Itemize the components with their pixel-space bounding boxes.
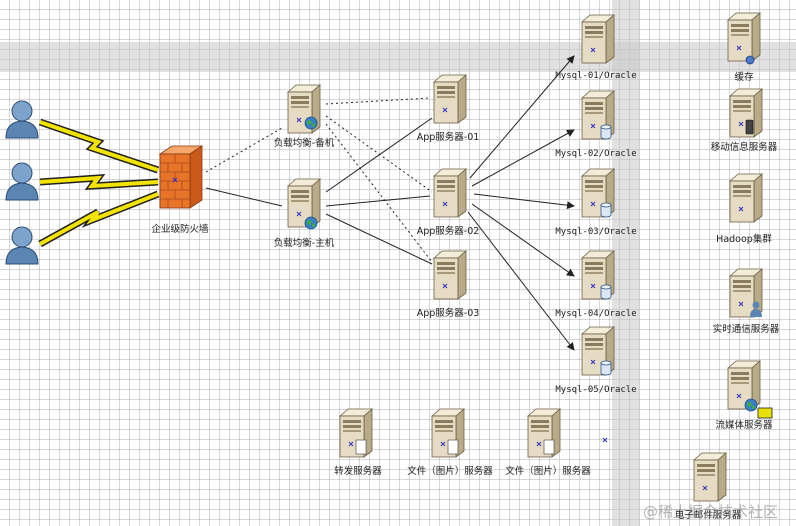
hadoop-node: Hadoop集群 <box>716 173 772 245</box>
mysql2-node: Mysql-02/Oracle <box>555 90 637 159</box>
placeholder-x-icon <box>602 437 608 443</box>
lb-main-label: 负载均衡-主机 <box>274 237 335 249</box>
network-diagram: 企业级防火墙 负载均衡-备机 负载均衡-主机 App服务器-01 App服务器-… <box>5 12 780 521</box>
cache-label: 缓存 <box>734 71 754 83</box>
mysql4-node: Mysql-04/Oracle <box>555 250 637 319</box>
link-app2-mysql3 <box>473 193 575 210</box>
hadoop-label: Hadoop集群 <box>716 233 772 245</box>
forward-label: 转发服务器 <box>334 465 382 477</box>
mobile-label: 移动信息服务器 <box>711 141 778 153</box>
app1-node: App服务器-01 <box>417 74 480 143</box>
globe-icon <box>744 398 758 412</box>
user-3 <box>5 226 39 265</box>
lb-backup-label: 负载均衡-备机 <box>274 137 335 149</box>
user-2 <box>5 162 39 201</box>
database-icon <box>600 124 612 140</box>
cache-node: 缓存 <box>727 12 761 83</box>
globe-icon <box>304 116 318 130</box>
mysql1-node: Mysql-01/Oracle <box>555 14 637 81</box>
user-1 <box>5 100 39 139</box>
mysql1-label: Mysql-01/Oracle <box>555 71 636 81</box>
firewall-node: 企业级防火墙 <box>151 145 209 235</box>
im-label: 实时通信服务器 <box>713 323 780 335</box>
mysql3-node: Mysql-03/Oracle <box>555 168 637 237</box>
lb-backup-node: 负载均衡-备机 <box>274 84 335 149</box>
lb-main-node: 负载均衡-主机 <box>274 178 335 249</box>
mobile-node: 移动信息服务器 <box>711 88 778 153</box>
app1-label: App服务器-01 <box>417 131 480 143</box>
link-firewall-lb-backup <box>205 127 283 173</box>
firewall-label: 企业级防火墙 <box>151 223 209 235</box>
database-icon <box>600 284 612 300</box>
link-lbm-app3 <box>325 213 433 265</box>
film-icon <box>757 407 773 419</box>
document-icon <box>355 439 367 455</box>
link-lbb-app1 <box>325 97 431 105</box>
app2-node: App服务器-02 <box>417 168 480 237</box>
cache-icon <box>745 55 755 65</box>
phone-icon <box>745 119 754 135</box>
globe-icon <box>304 216 318 230</box>
mysql3-label: Mysql-03/Oracle <box>555 227 636 237</box>
streaming-label: 流媒体服务器 <box>715 419 773 431</box>
app3-label: App服务器-03 <box>417 307 480 319</box>
file1-label: 文件（图片）服务器 <box>407 465 493 477</box>
link-lbm-app2 <box>325 195 431 207</box>
file2-label: 文件（图片）服务器 <box>505 465 591 477</box>
link-app2-mysql4 <box>471 203 575 277</box>
link-firewall-lb-main <box>205 187 283 207</box>
document-icon <box>543 439 555 455</box>
forward-node: 转发服务器 <box>334 408 382 477</box>
database-icon <box>600 360 612 376</box>
mysql2-label: Mysql-02/Oracle <box>555 149 636 159</box>
im-node: 实时通信服务器 <box>713 268 780 335</box>
database-icon <box>600 202 612 218</box>
mysql5-node: Mysql-05/Oracle <box>555 326 637 395</box>
link-lbb-app3 <box>325 123 433 263</box>
file1-node: 文件（图片）服务器 <box>407 408 493 477</box>
mysql4-label: Mysql-04/Oracle <box>555 309 636 319</box>
app2-label: App服务器-02 <box>417 225 480 237</box>
streaming-node: 流媒体服务器 <box>715 360 773 431</box>
watermark: @稀土掘金技术社区 <box>642 503 778 521</box>
mysql5-label: Mysql-05/Oracle <box>555 385 636 395</box>
document-icon <box>447 439 459 455</box>
file2-node: 文件（图片）服务器 <box>505 408 591 477</box>
